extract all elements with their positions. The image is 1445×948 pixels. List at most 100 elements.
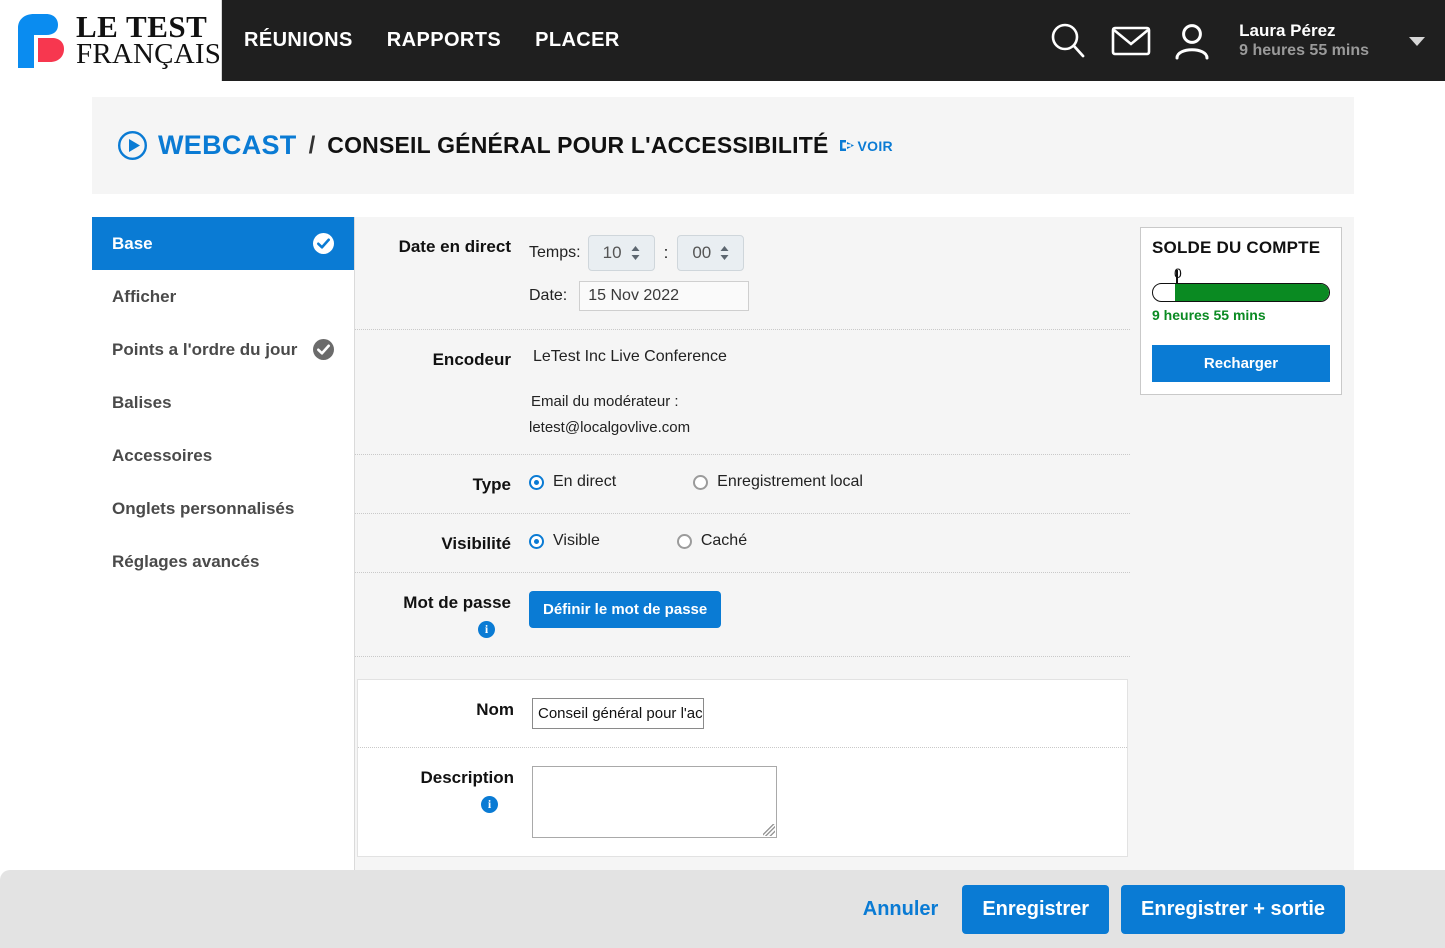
- time-label: Temps:: [529, 244, 581, 261]
- radio-option-visible[interactable]: Visible: [529, 532, 600, 550]
- play-circle-icon: [117, 130, 148, 161]
- field-body-encoder: LeTest Inc Live Conference Email du modé…: [527, 348, 1130, 436]
- radio-dot-icon: [529, 474, 544, 490]
- hour-select[interactable]: 10: [587, 235, 655, 271]
- primary-nav-links: RÉUNIONS RAPPORTS PLACER: [244, 0, 620, 81]
- main-content-area: Base Afficher Points a l'ordre du jour B…: [92, 217, 1354, 870]
- time-colon: :: [663, 243, 669, 262]
- password-label-text: Mot de passe: [403, 593, 511, 612]
- radio-option-enregistrement-local[interactable]: Enregistrement local: [693, 473, 863, 491]
- breadcrumb-section[interactable]: WEBCAST: [158, 130, 297, 161]
- radio-option-en-direct[interactable]: En direct: [529, 473, 616, 491]
- view-link-label: VOIR: [857, 137, 893, 154]
- time-picker: Temps: 10 : 00: [529, 235, 1130, 271]
- user-name: Laura Pérez: [1239, 20, 1336, 40]
- user-icon[interactable]: [1173, 21, 1211, 61]
- field-row-encoder: Encodeur LeTest Inc Live Conference Emai…: [355, 330, 1130, 455]
- stepper-arrows-icon: [631, 246, 640, 260]
- settings-form: Date en direct Temps: 10 : 00 Date: 15 N…: [355, 217, 1130, 870]
- sidebar-item-label: Balises: [112, 392, 172, 412]
- field-label-visibility: Visibilité: [441, 534, 511, 553]
- brand-logo[interactable]: LE TEST FRANÇAIS: [0, 0, 222, 81]
- field-body-visibility: Visible Caché: [527, 532, 1130, 554]
- cancel-link[interactable]: Annuler: [863, 898, 939, 921]
- balance-title: SOLDE DU COMPTE: [1152, 238, 1321, 257]
- sidebar-item-base[interactable]: Base: [92, 217, 354, 270]
- chevron-down-icon[interactable]: [1407, 34, 1427, 48]
- description-textarea[interactable]: [532, 766, 777, 838]
- search-icon[interactable]: [1047, 20, 1089, 62]
- recharge-button[interactable]: Recharger: [1152, 345, 1330, 382]
- info-icon[interactable]: i: [481, 796, 498, 813]
- save-button[interactable]: Enregistrer: [962, 884, 1110, 934]
- logo-mark-icon: [18, 13, 64, 68]
- field-body-password: Définir le mot de passe: [527, 591, 1130, 638]
- breadcrumb-separator: /: [308, 131, 316, 159]
- encoder-value: LeTest Inc Live Conference: [533, 348, 727, 365]
- sidebar-item-reglages-avances[interactable]: Réglages avancés: [92, 535, 354, 588]
- sidebar-item-balises[interactable]: Balises: [92, 376, 354, 429]
- sidebar-item-points-ordre-du-jour[interactable]: Points a l'ordre du jour: [92, 323, 354, 376]
- radio-label: En direct: [553, 473, 617, 490]
- hour-value: 10: [602, 243, 622, 262]
- radio-label: Enregistrement local: [717, 473, 863, 490]
- sidebar-item-label: Afficher: [112, 286, 177, 306]
- field-row-live-date: Date en direct Temps: 10 : 00 Date: 15 N…: [355, 217, 1130, 330]
- sidebar-item-afficher[interactable]: Afficher: [92, 270, 354, 323]
- radio-option-cache[interactable]: Caché: [676, 532, 748, 550]
- user-account-info[interactable]: Laura Pérez 9 heures 55 mins: [1239, 20, 1369, 61]
- field-body-description: [530, 766, 1127, 838]
- radio-label: Caché: [700, 532, 748, 549]
- field-body-name: Conseil général pour l'acc: [530, 698, 1127, 729]
- field-row-visibility: Visibilité Visible Caché: [355, 514, 1130, 573]
- date-picker: Date: 15 Nov 2022: [529, 281, 1130, 311]
- field-row-name: Nom Conseil général pour l'acc: [358, 680, 1127, 748]
- info-icon[interactable]: i: [478, 621, 495, 638]
- field-label-encoder: Encodeur: [432, 350, 511, 369]
- page-left-edge: [0, 81, 2, 870]
- field-label-description: Description i: [358, 766, 530, 838]
- name-description-card: Nom Conseil général pour l'acc Descripti…: [357, 679, 1128, 857]
- field-body-type: En direct Enregistrement local: [527, 473, 1130, 495]
- brand-line-1: LE TEST: [76, 8, 208, 44]
- description-label-text: Description: [420, 768, 514, 787]
- account-balance-card: SOLDE DU COMPTE 0 9 heures 55 mins Recha…: [1140, 227, 1342, 395]
- radio-dot-icon: [693, 474, 709, 490]
- nav-link-reunions[interactable]: RÉUNIONS: [244, 29, 353, 52]
- balance-zero-label: 0: [1174, 265, 1182, 281]
- sidebar-item-label: Base: [112, 233, 153, 253]
- mail-icon[interactable]: [1111, 24, 1151, 58]
- radio-dot-icon: [529, 533, 544, 549]
- minute-select[interactable]: 00: [677, 235, 745, 271]
- sidebar-item-label: Accessoires: [112, 445, 213, 465]
- visibility-radio-group: Visible Caché: [529, 532, 1130, 550]
- settings-sidebar: Base Afficher Points a l'ordre du jour B…: [92, 217, 355, 870]
- sidebar-item-accessoires[interactable]: Accessoires: [92, 429, 354, 482]
- external-link-icon: [839, 140, 854, 151]
- type-radio-group: En direct Enregistrement local: [529, 473, 1130, 491]
- save-and-exit-button[interactable]: Enregistrer + sortie: [1121, 884, 1345, 934]
- moderator-email-value: letest@localgovlive.com: [529, 419, 691, 436]
- balance-progress-fill: [1175, 284, 1329, 301]
- nav-utility-area: Laura Pérez 9 heures 55 mins: [1047, 0, 1445, 81]
- action-footer-bar: Annuler Enregistrer Enregistrer + sortie: [0, 870, 1445, 948]
- stepper-arrows-icon: [720, 246, 729, 260]
- field-row-description: Description i: [358, 748, 1127, 856]
- set-password-button[interactable]: Définir le mot de passe: [529, 591, 722, 628]
- view-link[interactable]: VOIR: [839, 138, 893, 154]
- top-navigation-bar: LE TEST FRANÇAIS RÉUNIONS RAPPORTS PLACE…: [0, 0, 1445, 81]
- page-title: CONSEIL GÉNÉRAL POUR L'ACCESSIBILITÉ: [327, 132, 829, 158]
- nav-link-rapports[interactable]: RAPPORTS: [387, 29, 501, 52]
- date-input[interactable]: 15 Nov 2022: [579, 281, 750, 311]
- field-label-type: Type: [472, 475, 511, 494]
- name-input[interactable]: Conseil général pour l'acc: [532, 698, 704, 729]
- balance-zero-tick: [1176, 270, 1178, 283]
- sidebar-item-label: Points a l'ordre du jour: [112, 339, 298, 359]
- nav-link-placer[interactable]: PLACER: [535, 29, 620, 52]
- field-label-name: Nom: [476, 700, 514, 719]
- balance-progress-bar: [1152, 283, 1330, 302]
- breadcrumb-bar: WEBCAST / CONSEIL GÉNÉRAL POUR L'ACCESSI…: [92, 97, 1354, 194]
- minute-value: 00: [692, 243, 712, 262]
- balance-amount: 9 heures 55 mins: [1152, 307, 1266, 323]
- sidebar-item-onglets-personnalises[interactable]: Onglets personnalisés: [92, 482, 354, 535]
